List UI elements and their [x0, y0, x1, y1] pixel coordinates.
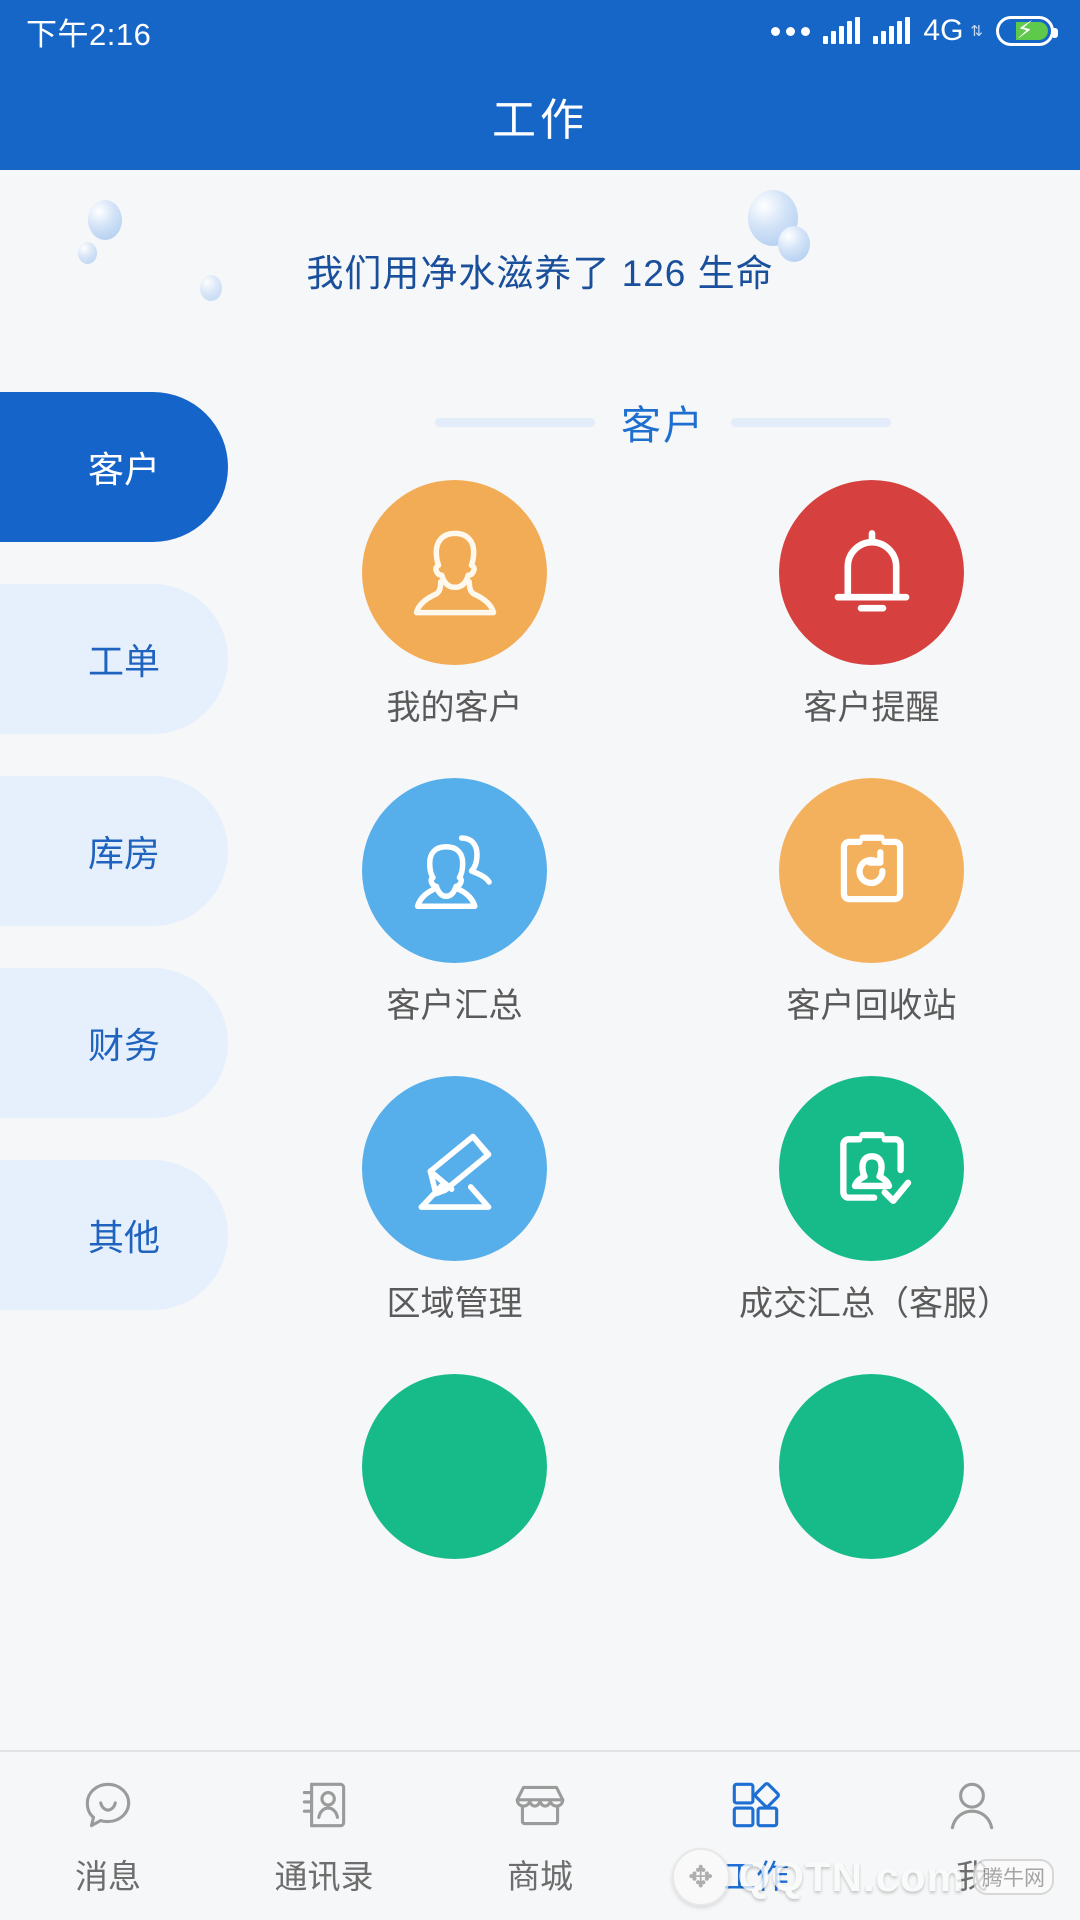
tab-profile[interactable]: 我 — [864, 1774, 1080, 1898]
more-dots-icon — [771, 26, 811, 36]
tile-deal-summary-service[interactable]: 成交汇总（客服） — [663, 1058, 1080, 1356]
divider-right — [731, 417, 891, 427]
tab-work[interactable]: 工作 — [648, 1774, 864, 1898]
app-tile-grid: 我的客户 客户提醒 客户汇总 客户回收站 区域管理 成交汇总（客服） — [246, 456, 1080, 1654]
tile-label: 客户回收站 — [786, 987, 957, 1025]
clipboard-person-check-icon — [779, 1076, 964, 1261]
tab-label: 商城 — [507, 1858, 573, 1895]
tab-label: 消息 — [75, 1858, 141, 1895]
status-indicators: 4G ⇅ ⚡ — [771, 14, 1058, 48]
contacts-book-icon — [293, 1774, 355, 1836]
sidebar-item-warehouse[interactable]: 库房 — [0, 776, 228, 926]
tile-label: 客户提醒 — [803, 689, 940, 727]
battery-charging-icon: ⚡ — [996, 16, 1058, 46]
tab-contacts[interactable]: 通讯录 — [216, 1774, 432, 1898]
category-sidebar: 客户 工单 库房 财务 其他 — [0, 370, 228, 1690]
chat-bubble-icon — [77, 1774, 139, 1836]
pencil-edit-icon — [362, 1076, 547, 1261]
sidebar-item-finance[interactable]: 财务 — [0, 968, 228, 1118]
sidebar-item-customer[interactable]: 客户 — [0, 392, 228, 542]
water-bubble-icon — [778, 226, 810, 262]
divider-left — [435, 417, 595, 427]
clipboard-restore-icon — [779, 778, 964, 963]
water-bubble-icon — [88, 200, 122, 240]
sidebar-item-workorder[interactable]: 工单 — [0, 584, 228, 734]
network-type-label: 4G — [923, 14, 964, 47]
app-header: 工作 — [0, 62, 1080, 170]
water-bubble-icon — [200, 275, 222, 301]
content-area: 客户 工单 库房 财务 其他 客户 我的客户 客户提醒 客户汇总 客户回收站 区… — [0, 370, 1080, 1690]
partial-tile-icon — [779, 1374, 964, 1559]
tile-partial-right[interactable] — [663, 1356, 1080, 1654]
sidebar-item-label: 工单 — [88, 641, 161, 682]
tab-label: 我 — [955, 1858, 989, 1895]
people-group-icon — [362, 778, 547, 963]
tile-label: 客户汇总 — [386, 987, 523, 1025]
tab-shop[interactable]: 商城 — [432, 1774, 648, 1898]
tile-label: 区域管理 — [386, 1285, 523, 1323]
sidebar-item-label: 库房 — [88, 833, 161, 874]
sidebar-item-other[interactable]: 其他 — [0, 1160, 228, 1310]
banner-text: 我们用净水滋养了 126 生命 — [306, 253, 774, 294]
data-transfer-icon: ⇅ — [970, 23, 983, 40]
tile-panel: 客户 我的客户 客户提醒 客户汇总 客户回收站 区域管理 成交汇总（客服） — [228, 370, 1080, 1690]
user-profile-icon — [941, 1774, 1003, 1836]
apps-grid-icon — [725, 1774, 787, 1836]
tab-label: 通讯录 — [274, 1858, 374, 1895]
tile-my-customers[interactable]: 我的客户 — [246, 462, 663, 760]
shop-icon — [509, 1774, 571, 1836]
sidebar-item-label: 客户 — [88, 449, 161, 490]
section-title: 客户 — [621, 404, 705, 448]
water-banner: 我们用净水滋养了 126 生命 — [0, 170, 1080, 370]
signal-bars-icon — [873, 17, 911, 44]
status-bar: 下午2:16 4G ⇅ ⚡ — [0, 0, 1080, 62]
signal-bars-icon — [823, 17, 861, 44]
tile-label: 我的客户 — [386, 689, 523, 727]
section-header: 客户 — [246, 370, 1080, 456]
status-time: 下午2:16 — [26, 16, 152, 52]
tile-customer-recycle-bin[interactable]: 客户回收站 — [663, 760, 1080, 1058]
tile-region-management[interactable]: 区域管理 — [246, 1058, 663, 1356]
tile-customer-reminder[interactable]: 客户提醒 — [663, 462, 1080, 760]
water-bubble-icon — [78, 242, 97, 264]
bottom-navigation: 消息 通讯录 商城 工作 我 — [0, 1750, 1080, 1920]
tab-label: 工作 — [723, 1858, 789, 1895]
person-icon — [362, 480, 547, 665]
sidebar-item-label: 财务 — [88, 1025, 161, 1066]
tab-messages[interactable]: 消息 — [0, 1774, 216, 1898]
partial-tile-icon — [362, 1374, 547, 1559]
sidebar-item-label: 其他 — [88, 1217, 161, 1258]
tile-customer-summary[interactable]: 客户汇总 — [246, 760, 663, 1058]
tile-label: 成交汇总（客服） — [739, 1285, 1011, 1323]
page-title: 工作 — [492, 96, 588, 145]
tile-partial-left[interactable] — [246, 1356, 663, 1654]
bell-icon — [779, 480, 964, 665]
